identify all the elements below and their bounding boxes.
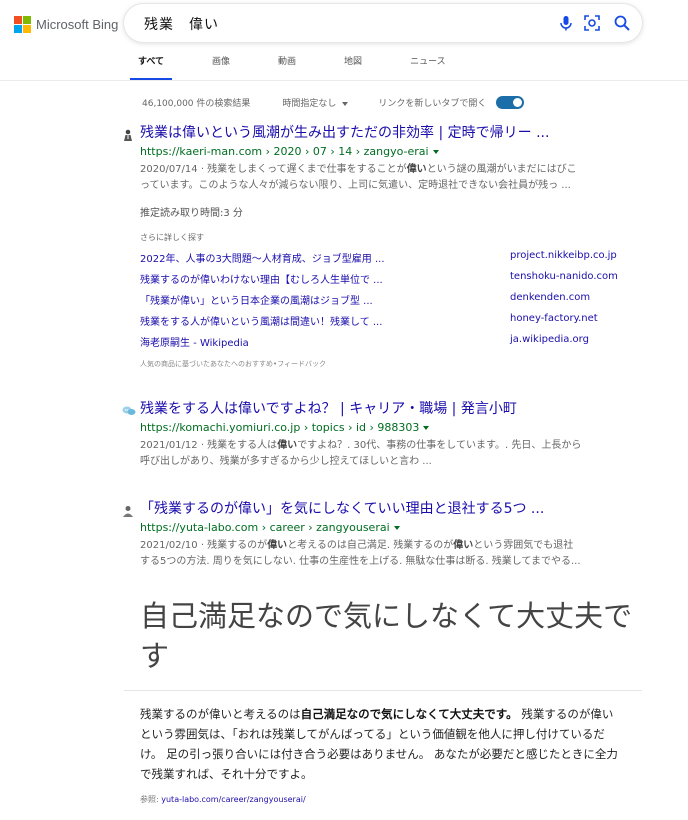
site-favicon-icon <box>122 402 136 415</box>
result-snippet: 2020/07/14 · 残業をしまくって遅くまで仕事をすることが偉いという謎の… <box>140 164 577 191</box>
answer-body: 残業するのが偉いと考えるのは自己満足なので気にしなくて大丈夫です。 残業するのが… <box>140 707 618 781</box>
bing-logo[interactable]: Microsoft Bing <box>14 16 118 33</box>
tab-images[interactable]: 画像 <box>204 54 238 80</box>
more-link[interactable]: 「残業が偉い」という日本企業の風潮はジョブ型 ... <box>140 292 373 307</box>
brand-name: Microsoft Bing <box>36 17 119 32</box>
more-link[interactable]: 2022年、人事の3大問題～人材育成、ジョブ型雇用 ... <box>140 250 385 265</box>
more-domain-link[interactable]: denkenden.com <box>510 292 590 303</box>
result-count: 46,100,000 件の検索結果 <box>142 99 251 109</box>
site-favicon-icon <box>122 126 134 141</box>
visual-search-icon[interactable] <box>582 13 602 33</box>
more-domain-link[interactable]: honey-factory.net <box>510 313 598 324</box>
microphone-icon[interactable] <box>556 13 576 33</box>
list-item: 海老原嗣生 - Wikipedia ja.wikipedia.org <box>140 334 620 355</box>
search-result: 残業は偉いという風潮が生み出すただの非効率 | 定時で帰リー ... https… <box>122 122 642 202</box>
chevron-down-icon[interactable] <box>423 426 430 430</box>
site-favicon-icon <box>122 502 134 517</box>
more-link[interactable]: 海老原嗣生 - Wikipedia <box>140 334 249 349</box>
answer-divider <box>124 690 642 691</box>
search-input[interactable] <box>142 13 526 35</box>
more-links-list: 2022年、人事の3大問題～人材育成、ジョブ型雇用 ... project.ni… <box>140 250 620 355</box>
search-result: 「残業するのが偉い」を気にしなくていい理由と退社する5つ ... https:/… <box>122 498 642 574</box>
search-tabs: すべて 画像 動画 地図 ニュース <box>130 54 486 80</box>
result-url[interactable]: https://komachi.yomiuri.co.jp › topics ›… <box>140 421 430 434</box>
result-snippet: 2021/02/10 · 残業するのが偉いと考えるのは自己満足. 残業するのが偉… <box>140 540 581 567</box>
result-title-link[interactable]: 残業をする人は偉いですよね？ | キャリア・職場 | 発言小町 <box>140 398 517 418</box>
search-box <box>124 4 642 42</box>
result-title-link[interactable]: 「残業するのが偉い」を気にしなくていい理由と退社する5つ ... <box>140 498 544 518</box>
result-url[interactable]: https://yuta-labo.com › career › zangyou… <box>140 521 400 534</box>
chevron-down-icon[interactable] <box>432 150 439 154</box>
search-icon[interactable] <box>612 13 632 33</box>
search-result: 残業をする人は偉いですよね？ | キャリア・職場 | 発言小町 https://… <box>122 398 642 474</box>
list-item: 「残業が偉い」という日本企業の風潮はジョブ型 ... denkenden.com <box>140 292 620 313</box>
more-domain-link[interactable]: ja.wikipedia.org <box>510 334 589 345</box>
more-link[interactable]: 残業するのが偉いわけない理由【むしろ人生単位で ... <box>140 271 383 286</box>
more-link[interactable]: 残業をする人が偉いという風潮は間違い！残業して ... <box>140 313 382 328</box>
results-toolbar: 46,100,000 件の検索結果 時間指定なし リンクを新しいタブで開く <box>142 96 525 109</box>
tab-news[interactable]: ニュース <box>402 54 454 80</box>
chevron-down-icon <box>342 101 349 106</box>
reference-link[interactable]: yuta-labo.com/career/zangyouserai/ <box>161 795 305 804</box>
answer-reference: 参照: yuta-labo.com/career/zangyouserai/ <box>140 795 306 804</box>
header-divider <box>0 80 688 81</box>
list-item: 2022年、人事の3大問題～人材育成、ジョブ型雇用 ... project.ni… <box>140 250 620 271</box>
list-item: 残業をする人が偉いという風潮は間違い！残業して ... honey-factor… <box>140 313 620 334</box>
feedback-link[interactable]: 人気の商品に基づいたあなたへのおすすめ•フィードバック <box>140 359 326 369</box>
result-title-link[interactable]: 残業は偉いという風潮が生み出すただの非効率 | 定時で帰リー ... <box>140 122 549 142</box>
read-time: 推定読み取り時間:3 分 <box>140 208 243 219</box>
time-filter-dropdown[interactable]: 時間指定なし <box>282 96 349 109</box>
tab-videos[interactable]: 動画 <box>270 54 304 80</box>
more-domain-link[interactable]: project.nikkeibp.co.jp <box>510 250 617 261</box>
answer-heading: 自己満足なので気にしなくて大丈夫です <box>140 599 633 673</box>
result-url[interactable]: https://kaeri-man.com › 2020 › 07 › 14 ›… <box>140 145 439 158</box>
new-tab-toggle[interactable] <box>496 96 525 109</box>
list-item: 残業するのが偉いわけない理由【むしろ人生単位で ... tenshoku-nan… <box>140 271 620 292</box>
chevron-down-icon[interactable] <box>393 526 400 530</box>
result-snippet: 2021/01/12 · 残業をする人は偉いですよね？. 30代、事務の仕事をし… <box>140 440 582 467</box>
microsoft-logo-icon <box>14 16 31 33</box>
new-tab-label: リンクを新しいタブで開く <box>378 99 487 109</box>
tab-all[interactable]: すべて <box>130 54 173 80</box>
more-domain-link[interactable]: tenshoku-nanido.com <box>510 271 618 282</box>
more-section-title: さらに詳しく探す <box>140 233 204 242</box>
tab-maps[interactable]: 地図 <box>336 54 370 80</box>
